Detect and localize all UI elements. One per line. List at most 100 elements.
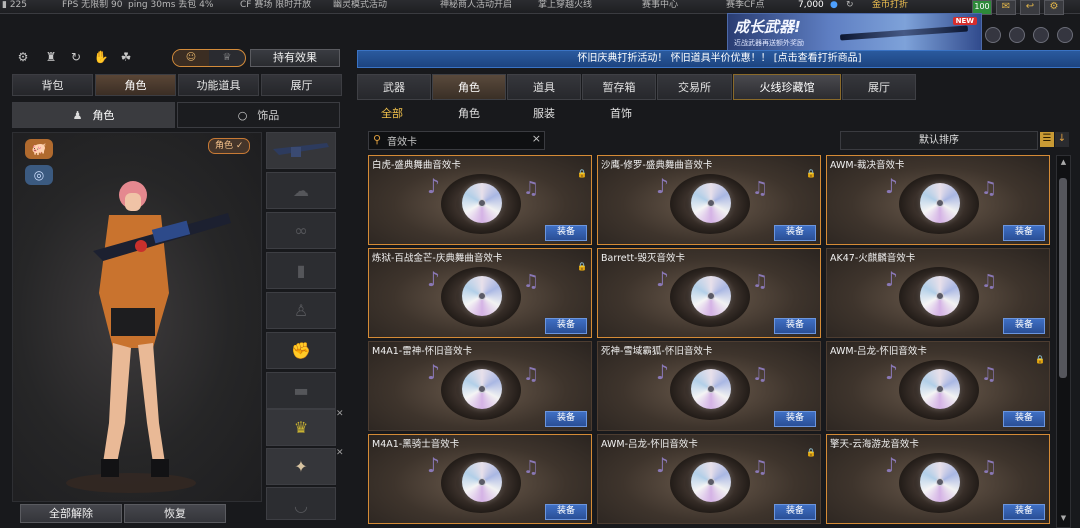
glasses-slot[interactable]: ∞ — [266, 212, 336, 249]
rotate-icon[interactable]: ↻ — [67, 49, 85, 65]
item-card[interactable]: M4A1-黑骑士音效卡 ♪ ♫ 装备 — [368, 434, 592, 524]
tab-weapons[interactable]: 武器 — [357, 74, 431, 100]
top-bar-item[interactable]: 掌上穿越火线 — [538, 0, 610, 13]
subtab-character[interactable]: 角色 — [429, 103, 509, 125]
close-icon[interactable]: ✕ — [336, 448, 344, 458]
extra-slot[interactable]: ◡ — [266, 487, 336, 520]
sound-card-image: ♪ ♫ — [656, 170, 768, 238]
item-title: 死神-雪域霸狐-怀旧音效卡 — [601, 346, 713, 357]
equip-button[interactable]: 装备 — [774, 411, 816, 427]
item-title: AWM-吕龙-怀旧音效卡 — [830, 346, 927, 357]
equip-button[interactable]: 装备 — [1003, 318, 1045, 334]
subtab-character[interactable]: ♟ 角色 — [12, 102, 175, 128]
top-bar-item[interactable]: 幽灵模式活动 — [333, 0, 413, 13]
sound-card-image: ♪ ♫ — [427, 263, 539, 331]
item-card[interactable]: AWM-裁决音效卡 ♪ ♫ 装备 — [826, 155, 1050, 245]
mail-icon[interactable]: ✉ — [996, 0, 1016, 15]
stats-icon[interactable]: ♜ — [42, 49, 60, 65]
scroll-down-icon[interactable]: ▼ — [1057, 512, 1070, 524]
equip-button[interactable]: 装备 — [1003, 225, 1045, 241]
equip-button[interactable]: 装备 — [774, 225, 816, 241]
view-toggle[interactable]: ☺ ♕ — [172, 49, 246, 67]
scroll-up-icon[interactable]: ▲ — [1057, 156, 1070, 168]
equip-button[interactable]: 装备 — [545, 504, 587, 520]
item-card[interactable]: 死神-雪域霸狐-怀旧音效卡 ♪ ♫ 装备 — [597, 341, 821, 431]
item-card[interactable]: M4A1-雷神-怀旧音效卡 ♪ ♫ 装备 — [368, 341, 592, 431]
tab-exchange[interactable]: 交易所 — [657, 74, 732, 100]
tab-items[interactable]: 道具 — [507, 74, 581, 100]
head-slot[interactable]: ☁ — [266, 172, 336, 209]
unequip-all-button[interactable]: 全部解除 — [20, 504, 122, 523]
close-icon[interactable]: ✕ — [336, 409, 344, 419]
restore-button[interactable]: 恢复 — [124, 504, 226, 523]
scroll-thumb[interactable] — [1059, 178, 1067, 378]
subtab-all[interactable]: 全部 — [357, 103, 427, 125]
dot-icon[interactable] — [1057, 27, 1073, 43]
tab-backpack[interactable]: 背包 — [12, 74, 93, 96]
sort-dropdown[interactable]: 默认排序 — [840, 131, 1038, 150]
bag-slot[interactable]: ▬ — [266, 372, 336, 409]
clear-search-button[interactable]: × — [532, 132, 541, 145]
tab-showroom[interactable]: 展厅 — [261, 74, 342, 96]
equip-button[interactable]: 装备 — [545, 411, 587, 427]
shield-icon[interactable] — [985, 27, 1001, 43]
tab-storage[interactable]: 暂存箱 — [582, 74, 656, 100]
trophy-view-icon[interactable]: ♕ — [209, 50, 245, 66]
equip-button[interactable]: 装备 — [1003, 411, 1045, 427]
equip-button[interactable]: 装备 — [545, 318, 587, 334]
item-card[interactable]: AWM-吕龙-怀旧音效卡 🔒 ♪ ♫ 装备 — [597, 434, 821, 524]
ribbon-icon[interactable] — [1033, 27, 1049, 43]
coin-sale-label[interactable]: 金币打折 — [872, 0, 922, 13]
character-preview[interactable]: 🐖 ◎ 角色 ✓ — [12, 132, 262, 502]
tab-showroom[interactable]: 展厅 — [842, 74, 916, 100]
body-slot[interactable]: ♙ — [266, 292, 336, 329]
promo-notice[interactable]: 怀旧庆典打折活动！ 怀旧道具半价优惠！！ [点击查看打折商品] — [357, 50, 1080, 68]
list-view-icon[interactable]: ☰ — [1040, 132, 1054, 147]
glove-slot[interactable]: ✊ — [266, 332, 336, 369]
equip-button[interactable]: 装备 — [774, 504, 816, 520]
target-icon[interactable] — [1009, 27, 1025, 43]
promo-banner[interactable]: 成长武器! 近战武器再送额外奖励 NEW — [727, 13, 982, 51]
pet-icon[interactable]: ☘ — [117, 49, 135, 65]
item-card[interactable]: Barrett-毁灭音效卡 ♪ ♫ 装备 — [597, 248, 821, 338]
tab-character[interactable]: 角色 — [95, 74, 176, 96]
top-bar-item[interactable]: 赛事中心 — [642, 0, 702, 13]
sort-direction-icon[interactable]: ↓ — [1055, 132, 1069, 147]
item-card[interactable]: 沙鹰-修罗-盛典舞曲音效卡 🔒 ♪ ♫ 装备 — [597, 155, 821, 245]
subtab-outfit[interactable]: 服装 — [504, 103, 584, 125]
settings-icon[interactable]: ⚙ — [1044, 0, 1064, 15]
hold-effect-button[interactable]: 持有效果 — [250, 49, 340, 67]
item-card[interactable]: 擎天-云海游龙音效卡 ♪ ♫ 装备 — [826, 434, 1050, 524]
equip-button[interactable]: 装备 — [774, 318, 816, 334]
off-toggle-icon[interactable]: ⚙ — [14, 49, 32, 65]
pose-icon[interactable]: ✋ — [92, 49, 110, 65]
equip-button[interactable]: 装备 — [1003, 504, 1045, 520]
equip-button[interactable]: 装备 — [545, 225, 587, 241]
face-view-icon[interactable]: ☺ — [173, 50, 209, 66]
music-note-icon: ♪ — [885, 174, 898, 198]
item-card[interactable]: AK47-火麒麟音效卡 ♪ ♫ 装备 — [826, 248, 1050, 338]
tab-function-items[interactable]: 功能道具 — [178, 74, 259, 96]
vest-slot[interactable]: ▮ — [266, 252, 336, 289]
search-input[interactable]: ⚲ 音效卡 × — [368, 131, 545, 150]
accessory-slot[interactable]: ♛ — [266, 409, 336, 446]
accessory-slot-2[interactable]: ✦ — [266, 448, 336, 485]
body-icon: ♙ — [293, 301, 309, 320]
weapon-slot[interactable] — [266, 132, 336, 169]
subtab-jewelry[interactable]: 首饰 — [581, 103, 661, 125]
currency-value: 7,000 — [798, 0, 824, 10]
item-card[interactable]: AWM-吕龙-怀旧音效卡 🔒 ♪ ♫ 装备 — [826, 341, 1050, 431]
scrollbar[interactable]: ▲ ▼ — [1056, 155, 1071, 528]
tab-character[interactable]: 角色 — [432, 74, 506, 100]
refresh-icon[interactable]: ↻ — [846, 0, 856, 13]
item-card[interactable]: 炼狱-百战金芒-庆典舞曲音效卡 🔒 ♪ ♫ 装备 — [368, 248, 592, 338]
subtab-accessory[interactable]: ○ 饰品 — [177, 102, 340, 128]
item-card[interactable]: 白虎-盛典舞曲音效卡 🔒 ♪ ♫ 装备 — [368, 155, 592, 245]
tab-collection[interactable]: 火线珍藏馆 — [733, 74, 841, 100]
top-bar-item[interactable]: 神秘商人活动开启 — [440, 0, 520, 13]
disc-hole — [478, 292, 486, 300]
hair-icon: ☁ — [293, 181, 309, 200]
promo-subtitle: 近战武器再送额外奖励 — [734, 39, 804, 47]
back-icon[interactable]: ↩ — [1020, 0, 1040, 15]
top-bar-item: ▮ 225 — [2, 0, 27, 10]
